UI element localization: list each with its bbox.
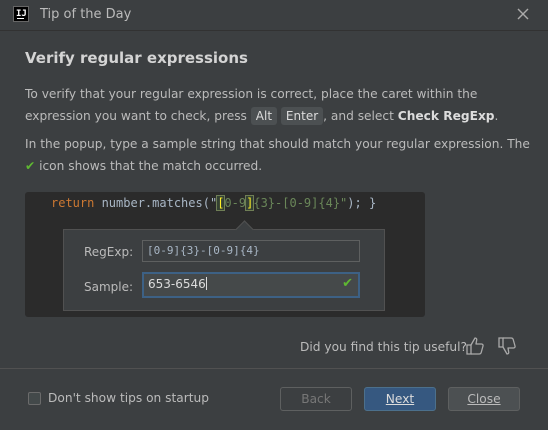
feedback-question: Did you find this tip useful?	[300, 340, 467, 354]
action-name: Check RegExp	[397, 109, 495, 123]
demo-code-panel: return number.matches(" [0-9]{3}-[0-9]{4}…	[25, 192, 425, 317]
code-call: number.matches("	[94, 196, 218, 210]
p1-end-text: .	[494, 109, 499, 123]
close-button-label: Close	[467, 392, 501, 406]
title-bar: IJ Tip of the Day	[0, 0, 548, 31]
code-regex-rest: {3}-[0-9]{4}	[253, 196, 341, 210]
code-keyword: return	[51, 196, 95, 210]
next-button[interactable]: Next	[364, 387, 436, 411]
sample-label: Sample:	[84, 280, 134, 294]
dont-show-tips-label[interactable]: Don't show tips on startup	[48, 391, 209, 405]
thumbs-down-icon[interactable]	[497, 336, 517, 356]
intellij-app-icon: IJ	[13, 6, 29, 22]
popup-arrow	[235, 220, 254, 239]
regexp-field[interactable]: [0-9]{3}-[0-9]{4}	[142, 240, 360, 262]
p2-after-text: icon shows that the match occurred.	[35, 159, 263, 173]
tip-paragraph-2: In the popup, type a sample string that …	[25, 133, 530, 177]
window-title: Tip of the Day	[40, 7, 132, 22]
close-button[interactable]: Close	[448, 387, 520, 411]
back-button[interactable]: Back	[280, 387, 352, 411]
p2-text: In the popup, type a sample string that …	[25, 137, 530, 151]
next-button-label: Next	[385, 392, 415, 406]
check-regexp-popup: RegExp: [0-9]{3}-[0-9]{4} Sample: 653-65…	[63, 220, 385, 311]
shortcut-key-enter: Enter	[280, 107, 324, 125]
code-line: return number.matches("[0-9]{3}-[0-9]{4}…	[51, 195, 377, 211]
shortcut-key-alt: Alt	[250, 107, 278, 125]
close-icon[interactable]	[514, 5, 532, 23]
check-icon: ✔	[25, 159, 36, 173]
tip-paragraph-1: To verify that your regular expression i…	[25, 83, 525, 127]
regexp-label: RegExp:	[84, 245, 134, 259]
dont-show-tips-checkbox[interactable]	[28, 392, 41, 405]
sample-value: 653-6546	[148, 277, 206, 291]
p1-middle-text: , and select	[323, 109, 398, 123]
thumbs-up-icon[interactable]	[465, 336, 485, 356]
sample-input[interactable]: 653-6546 ✔	[142, 272, 360, 298]
text-caret	[205, 277, 207, 290]
tip-content: Verify regular expressions To verify tha…	[0, 31, 548, 368]
code-regex-part: 0-9	[224, 196, 247, 210]
code-end: ); }	[347, 196, 377, 210]
dialog-footer: Don't show tips on startup Back Next Clo…	[0, 368, 548, 430]
tip-heading: Verify regular expressions	[25, 49, 248, 67]
match-check-icon: ✔	[342, 276, 353, 291]
